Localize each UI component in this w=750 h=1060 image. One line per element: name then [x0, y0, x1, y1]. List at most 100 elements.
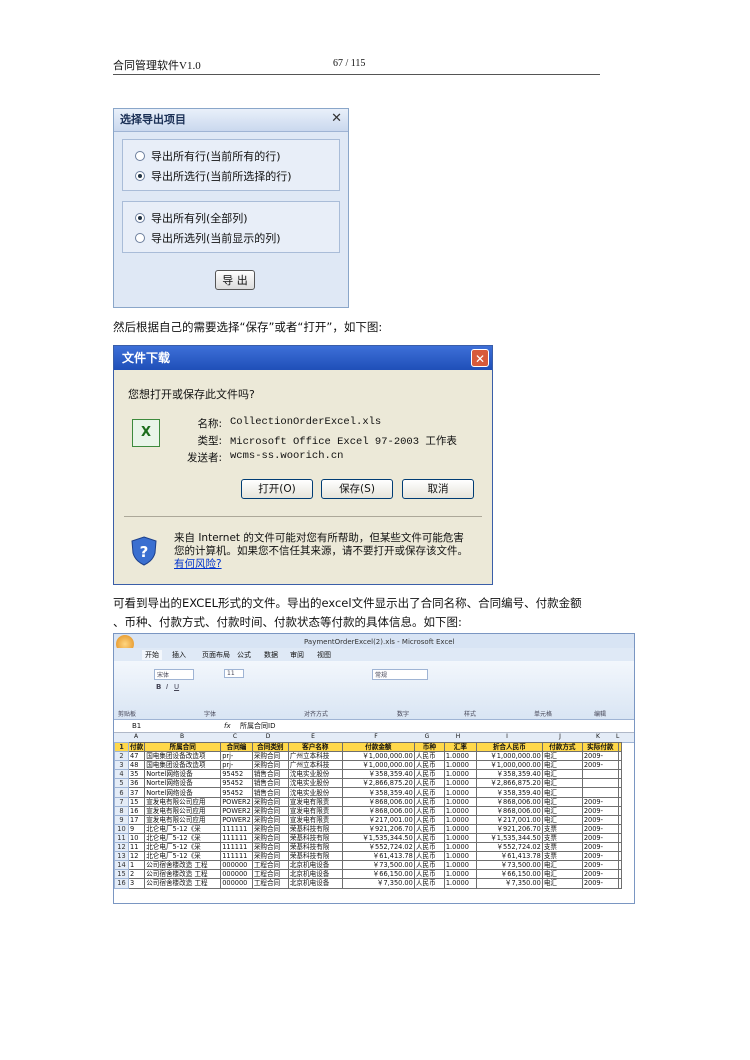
table-cell[interactable]: 2009-: [581, 842, 619, 853]
table-cell[interactable]: 电汇: [541, 878, 583, 889]
table-cell[interactable]: 电汇: [541, 869, 583, 880]
table-cell[interactable]: 2009-: [581, 860, 619, 871]
table-cell[interactable]: 宣发电有限公司应用: [144, 796, 222, 807]
table-cell[interactable]: [617, 741, 622, 753]
table-cell[interactable]: 1.0000: [443, 869, 477, 880]
table-cell[interactable]: ￥1,000,000.00: [341, 751, 415, 762]
table-cell[interactable]: 2009-: [581, 869, 619, 880]
table-cell[interactable]: 宣发电有限公司应用: [144, 805, 222, 816]
table-cell[interactable]: [617, 878, 622, 889]
table-cell[interactable]: 电汇: [541, 787, 583, 798]
row-number[interactable]: 15: [114, 869, 129, 880]
table-cell[interactable]: 2009-: [581, 832, 619, 844]
table-cell[interactable]: ￥61,413.78: [475, 851, 543, 862]
row-number[interactable]: 9: [114, 814, 129, 825]
table-cell[interactable]: 人民币: [413, 878, 445, 889]
table-cell[interactable]: 16: [127, 805, 146, 816]
table-cell[interactable]: [617, 787, 622, 798]
table-cell[interactable]: 采购合同: [251, 842, 289, 853]
italic-icon[interactable]: I: [166, 683, 168, 691]
table-cell[interactable]: 17: [127, 814, 146, 825]
table-cell[interactable]: 1.0000: [443, 778, 477, 789]
table-cell[interactable]: POWER2: [220, 805, 253, 816]
row-number[interactable]: 7: [114, 796, 129, 807]
table-cell[interactable]: 37: [127, 787, 146, 798]
table-cell[interactable]: ￥552,724.02: [475, 842, 543, 853]
table-cell[interactable]: 人民币: [413, 778, 445, 789]
table-cell[interactable]: 1.0000: [443, 751, 477, 762]
row-number[interactable]: 2: [114, 751, 129, 762]
row-number[interactable]: 13: [114, 851, 129, 862]
table-cell[interactable]: [617, 751, 622, 762]
table-cell[interactable]: ￥1,535,344.50: [341, 832, 415, 844]
row-number[interactable]: 16: [114, 878, 129, 889]
column-header[interactable]: A: [128, 733, 144, 740]
row-number[interactable]: 1: [114, 741, 129, 753]
ribbon-tab[interactable]: 插入: [172, 650, 186, 660]
table-cell[interactable]: ￥921,206.70: [475, 823, 543, 834]
table-cell[interactable]: 工程合同: [251, 860, 289, 871]
close-icon[interactable]: ✕: [331, 111, 342, 126]
radio-export-selected-rows[interactable]: 导出所选行(当前所选择的行): [135, 168, 292, 184]
row-number[interactable]: 14: [114, 860, 129, 871]
table-cell[interactable]: 国电集团设备改造项: [144, 751, 222, 762]
table-cell[interactable]: 宣发电有限责: [287, 814, 343, 825]
table-cell[interactable]: ￥7,350.00: [475, 878, 543, 889]
table-cell[interactable]: 2: [127, 869, 146, 880]
table-cell[interactable]: 95452: [220, 778, 253, 789]
table-cell[interactable]: 北京机电设备: [287, 878, 343, 889]
ribbon-tab[interactable]: 数据: [264, 650, 278, 660]
risk-link[interactable]: 有何风险?: [174, 558, 222, 570]
column-header[interactable]: I: [474, 733, 540, 740]
column-title[interactable]: 折合人民币: [475, 741, 543, 753]
table-cell[interactable]: 2009-: [581, 796, 619, 807]
table-cell[interactable]: 采购合同: [251, 814, 289, 825]
table-cell[interactable]: 人民币: [413, 814, 445, 825]
table-cell[interactable]: ￥73,500.00: [341, 860, 415, 871]
table-cell[interactable]: POWER2: [220, 814, 253, 825]
ribbon-tab[interactable]: 视图: [317, 650, 331, 660]
table-cell[interactable]: ￥868,006.00: [475, 805, 543, 816]
table-cell[interactable]: ￥1,535,344.50: [475, 832, 543, 844]
table-cell[interactable]: 2009-: [581, 760, 619, 771]
table-cell[interactable]: Nortel网络设备: [144, 787, 222, 798]
export-button[interactable]: 导 出: [215, 270, 255, 290]
table-cell[interactable]: 人民币: [413, 842, 445, 853]
table-cell[interactable]: 公司宿舍楼改造 工程: [144, 878, 222, 889]
table-cell[interactable]: 1.0000: [443, 796, 477, 807]
table-cell[interactable]: 1.0000: [443, 760, 477, 771]
table-cell[interactable]: 销售合同: [251, 769, 289, 780]
column-header[interactable]: B: [144, 733, 220, 740]
table-cell[interactable]: 95452: [220, 787, 253, 798]
table-cell[interactable]: [617, 814, 622, 825]
table-cell[interactable]: 工程合同: [251, 869, 289, 880]
ribbon-tab[interactable]: 开始: [142, 650, 162, 660]
column-header[interactable]: J: [540, 733, 580, 740]
table-cell[interactable]: 北京机电设备: [287, 869, 343, 880]
save-button[interactable]: 保存(S): [321, 479, 393, 499]
table-cell[interactable]: 2009-: [581, 805, 619, 816]
table-cell[interactable]: ￥868,006.00: [475, 796, 543, 807]
underline-icon[interactable]: U: [174, 683, 179, 691]
table-cell[interactable]: [581, 787, 619, 798]
row-number[interactable]: 5: [114, 778, 129, 789]
table-cell[interactable]: 人民币: [413, 769, 445, 780]
table-cell[interactable]: 销售合同: [251, 787, 289, 798]
table-cell[interactable]: [581, 769, 619, 780]
table-cell[interactable]: 人民币: [413, 787, 445, 798]
table-cell[interactable]: 采购合同: [251, 805, 289, 816]
row-number[interactable]: 6: [114, 787, 129, 798]
open-button[interactable]: 打开(O): [241, 479, 313, 499]
column-header[interactable]: C: [220, 733, 250, 740]
table-cell[interactable]: 000000: [220, 860, 253, 871]
radio-export-all-rows[interactable]: 导出所有行(当前所有的行): [135, 148, 281, 164]
table-cell[interactable]: 公司宿舍楼改造 工程: [144, 869, 222, 880]
table-cell[interactable]: 支票: [541, 823, 583, 834]
table-cell[interactable]: 1.0000: [443, 769, 477, 780]
table-cell[interactable]: 3: [127, 878, 146, 889]
number-format-select[interactable]: 常规: [372, 669, 429, 680]
radio-export-selected-columns[interactable]: 导出所选列(当前显示的列): [135, 230, 281, 246]
table-cell[interactable]: 工程合同: [251, 878, 289, 889]
table-cell[interactable]: 电汇: [541, 751, 583, 762]
table-cell[interactable]: 沈电实业股份: [287, 787, 343, 798]
